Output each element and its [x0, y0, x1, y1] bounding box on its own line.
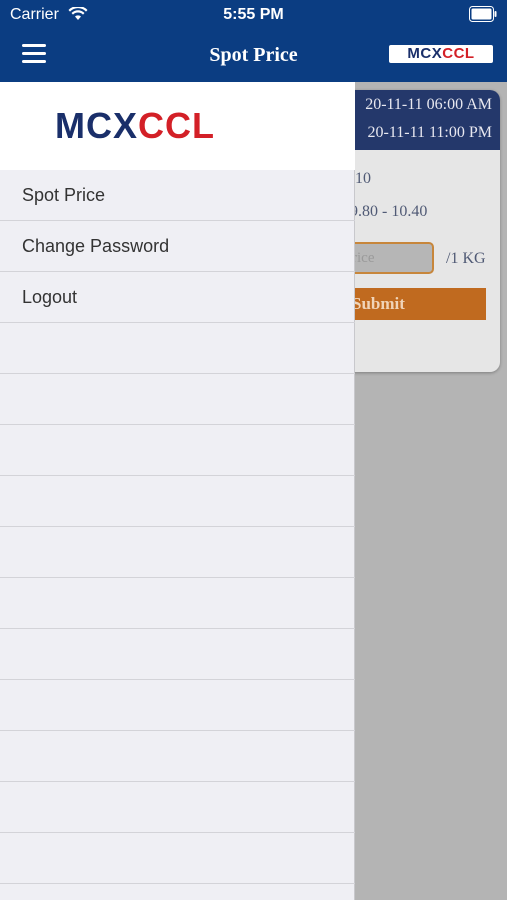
empty-row — [0, 476, 355, 527]
end-time: 20-11-11 11:00 PM — [367, 124, 492, 141]
clock: 5:55 PM — [223, 6, 284, 23]
empty-row — [0, 629, 355, 680]
battery-icon — [469, 6, 497, 22]
empty-row — [0, 425, 355, 476]
empty-row — [0, 323, 355, 374]
price-range: 9.80 - 10.40 — [350, 203, 428, 220]
empty-row — [0, 578, 355, 629]
quantity-value: 10 — [355, 170, 371, 187]
submit-button[interactable]: Submit — [340, 288, 486, 320]
app-header: Carrier 5:55 PM Spot Price MCXCCL — [0, 0, 507, 82]
drawer-mcxccl-logo: MCXCCL — [55, 105, 215, 146]
empty-row — [0, 527, 355, 578]
empty-row — [0, 731, 355, 782]
start-time: 20-11-11 06:00 AM — [365, 96, 492, 113]
empty-row — [0, 680, 355, 731]
status-bar: Carrier 5:55 PM — [0, 0, 507, 30]
mcxccl-logo: MCXCCL — [389, 45, 493, 63]
menu-item-change-password[interactable]: Change Password — [0, 221, 355, 272]
empty-row — [0, 374, 355, 425]
unit-label: /1 KG — [446, 250, 486, 267]
menu-item-spot-price[interactable]: Spot Price — [0, 170, 355, 221]
menu-item-logout[interactable]: Logout — [0, 272, 355, 323]
empty-row — [0, 782, 355, 833]
side-drawer: MCXCCL Spot Price Change Password Logout — [0, 82, 355, 900]
drawer-menu: Spot Price Change Password Logout — [0, 170, 355, 884]
drawer-logo-area: MCXCCL — [0, 82, 355, 170]
empty-row — [0, 833, 355, 884]
